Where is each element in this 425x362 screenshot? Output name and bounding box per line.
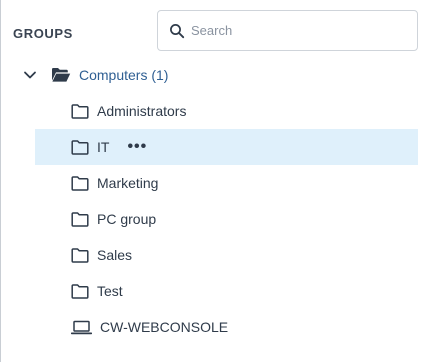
tree-node-label: Administrators — [97, 103, 187, 119]
tree-node-pc-group[interactable]: PC group — [35, 201, 418, 237]
folder-icon — [71, 247, 89, 263]
tree-node-label: PC group — [97, 211, 157, 227]
folder-open-icon — [51, 67, 71, 83]
tree-node-computers[interactable]: Computers (1) — [19, 57, 419, 93]
tree-node-label: Sales — [97, 247, 133, 263]
tree-node-it[interactable]: IT ••• — [35, 129, 418, 165]
tree-node-label: IT — [97, 139, 110, 155]
tree-node-label: Marketing — [97, 175, 159, 191]
tree-node-test[interactable]: Test — [35, 273, 418, 309]
folder-icon — [71, 211, 89, 227]
tree-node-label: Computers (1) — [79, 67, 169, 83]
tree-node-administrators[interactable]: Administrators — [35, 93, 418, 129]
chevron-down-icon[interactable] — [23, 68, 37, 82]
tree-node-sales[interactable]: Sales — [35, 237, 418, 273]
tree-node-label: Test — [97, 283, 123, 299]
tree-node-marketing[interactable]: Marketing — [35, 165, 418, 201]
search-box[interactable] — [157, 10, 418, 51]
search-input[interactable] — [191, 23, 401, 38]
folder-icon — [71, 103, 89, 119]
laptop-icon — [71, 320, 92, 335]
tree-node-computer-cw-webconsole[interactable]: CW-WEBCONSOLE — [35, 309, 418, 345]
folder-icon — [71, 283, 89, 299]
tree-node-label: CW-WEBCONSOLE — [100, 319, 229, 335]
folder-icon — [71, 139, 89, 155]
folder-icon — [71, 175, 89, 191]
more-options-icon[interactable]: ••• — [127, 139, 147, 155]
groups-heading: GROUPS — [13, 26, 73, 41]
search-icon — [169, 23, 185, 39]
groups-panel: GROUPS Computers (1) — [0, 0, 425, 362]
